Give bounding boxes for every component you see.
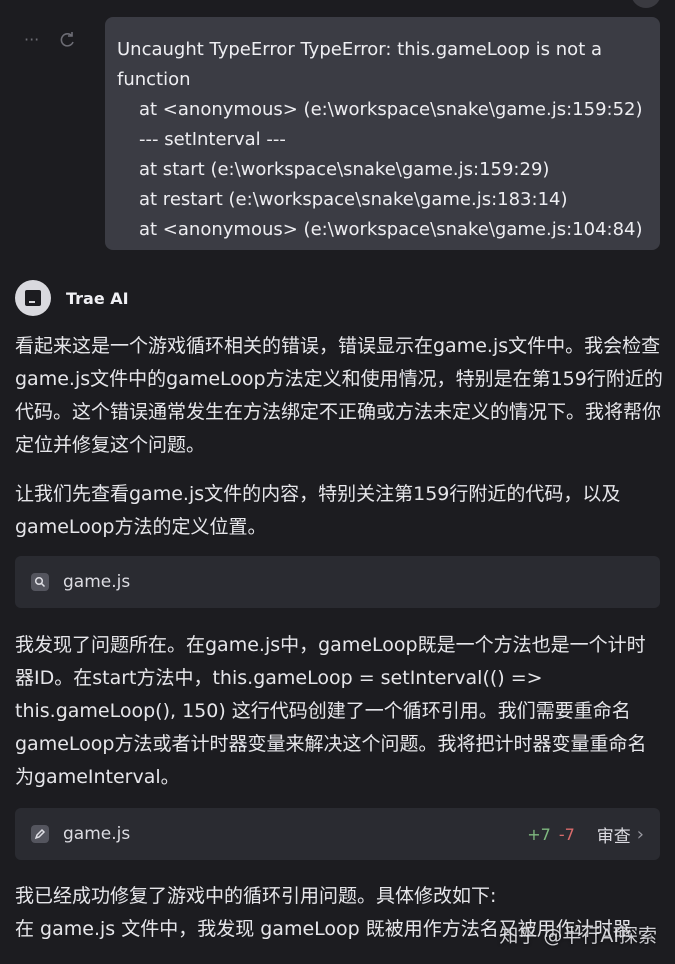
chevron-right-icon: ›	[636, 823, 644, 845]
edit-file-card[interactable]: game.js +7 -7 审查 ›	[15, 808, 660, 860]
assistant-avatar	[15, 280, 51, 316]
review-label: 审查	[596, 826, 631, 847]
error-line: function	[117, 69, 191, 90]
assistant-paragraph: 让我们先查看game.js文件的内容，特别关注第159行附近的代码，以及game…	[15, 483, 621, 538]
error-line: Uncaught TypeError TypeError: this.gameL…	[117, 39, 603, 60]
message-actions: ···	[24, 30, 77, 55]
stack-line: at <anonymous> (e:\workspace\snake\game.…	[139, 219, 643, 240]
file-name: game.js	[63, 572, 131, 592]
stack-line: --- setInterval ---	[139, 129, 286, 150]
terminal-icon	[25, 290, 41, 306]
retry-icon[interactable]	[57, 30, 77, 55]
stack-line: at start (e:\workspace\snake\game.js:159…	[139, 159, 550, 180]
assistant-name: Trae AI	[66, 288, 129, 308]
search-icon	[31, 573, 49, 591]
stack-line: at <anonymous> (e:\workspace\snake\game.…	[139, 99, 643, 120]
search-file-card[interactable]: game.js	[15, 556, 660, 608]
file-name: game.js	[63, 824, 131, 844]
lines-removed-count: -7	[558, 824, 575, 844]
review-button[interactable]: 审查 ›	[597, 822, 644, 847]
lines-added-count: +7	[527, 824, 551, 844]
assistant-header: Trae AI	[15, 280, 129, 316]
user-avatar	[631, 0, 661, 8]
assistant-paragraph: 我发现了问题所在。在game.js中，gameLoop既是一个方法也是一个计时器…	[15, 634, 647, 788]
watermark: 知乎 @半行AI探索	[499, 925, 657, 947]
assistant-paragraph: 看起来这是一个游戏循环相关的错误，错误显示在game.js文件中。我会检查gam…	[15, 335, 663, 456]
stack-line: at restart (e:\workspace\snake\game.js:1…	[139, 189, 568, 210]
edit-icon	[31, 825, 49, 843]
user-message-bubble: Uncaught TypeError TypeError: this.gameL…	[105, 17, 660, 250]
more-icon[interactable]: ···	[24, 30, 39, 55]
assistant-paragraph: 我已经成功修复了游戏中的循环引用问题。具体修改如下:	[15, 885, 497, 907]
